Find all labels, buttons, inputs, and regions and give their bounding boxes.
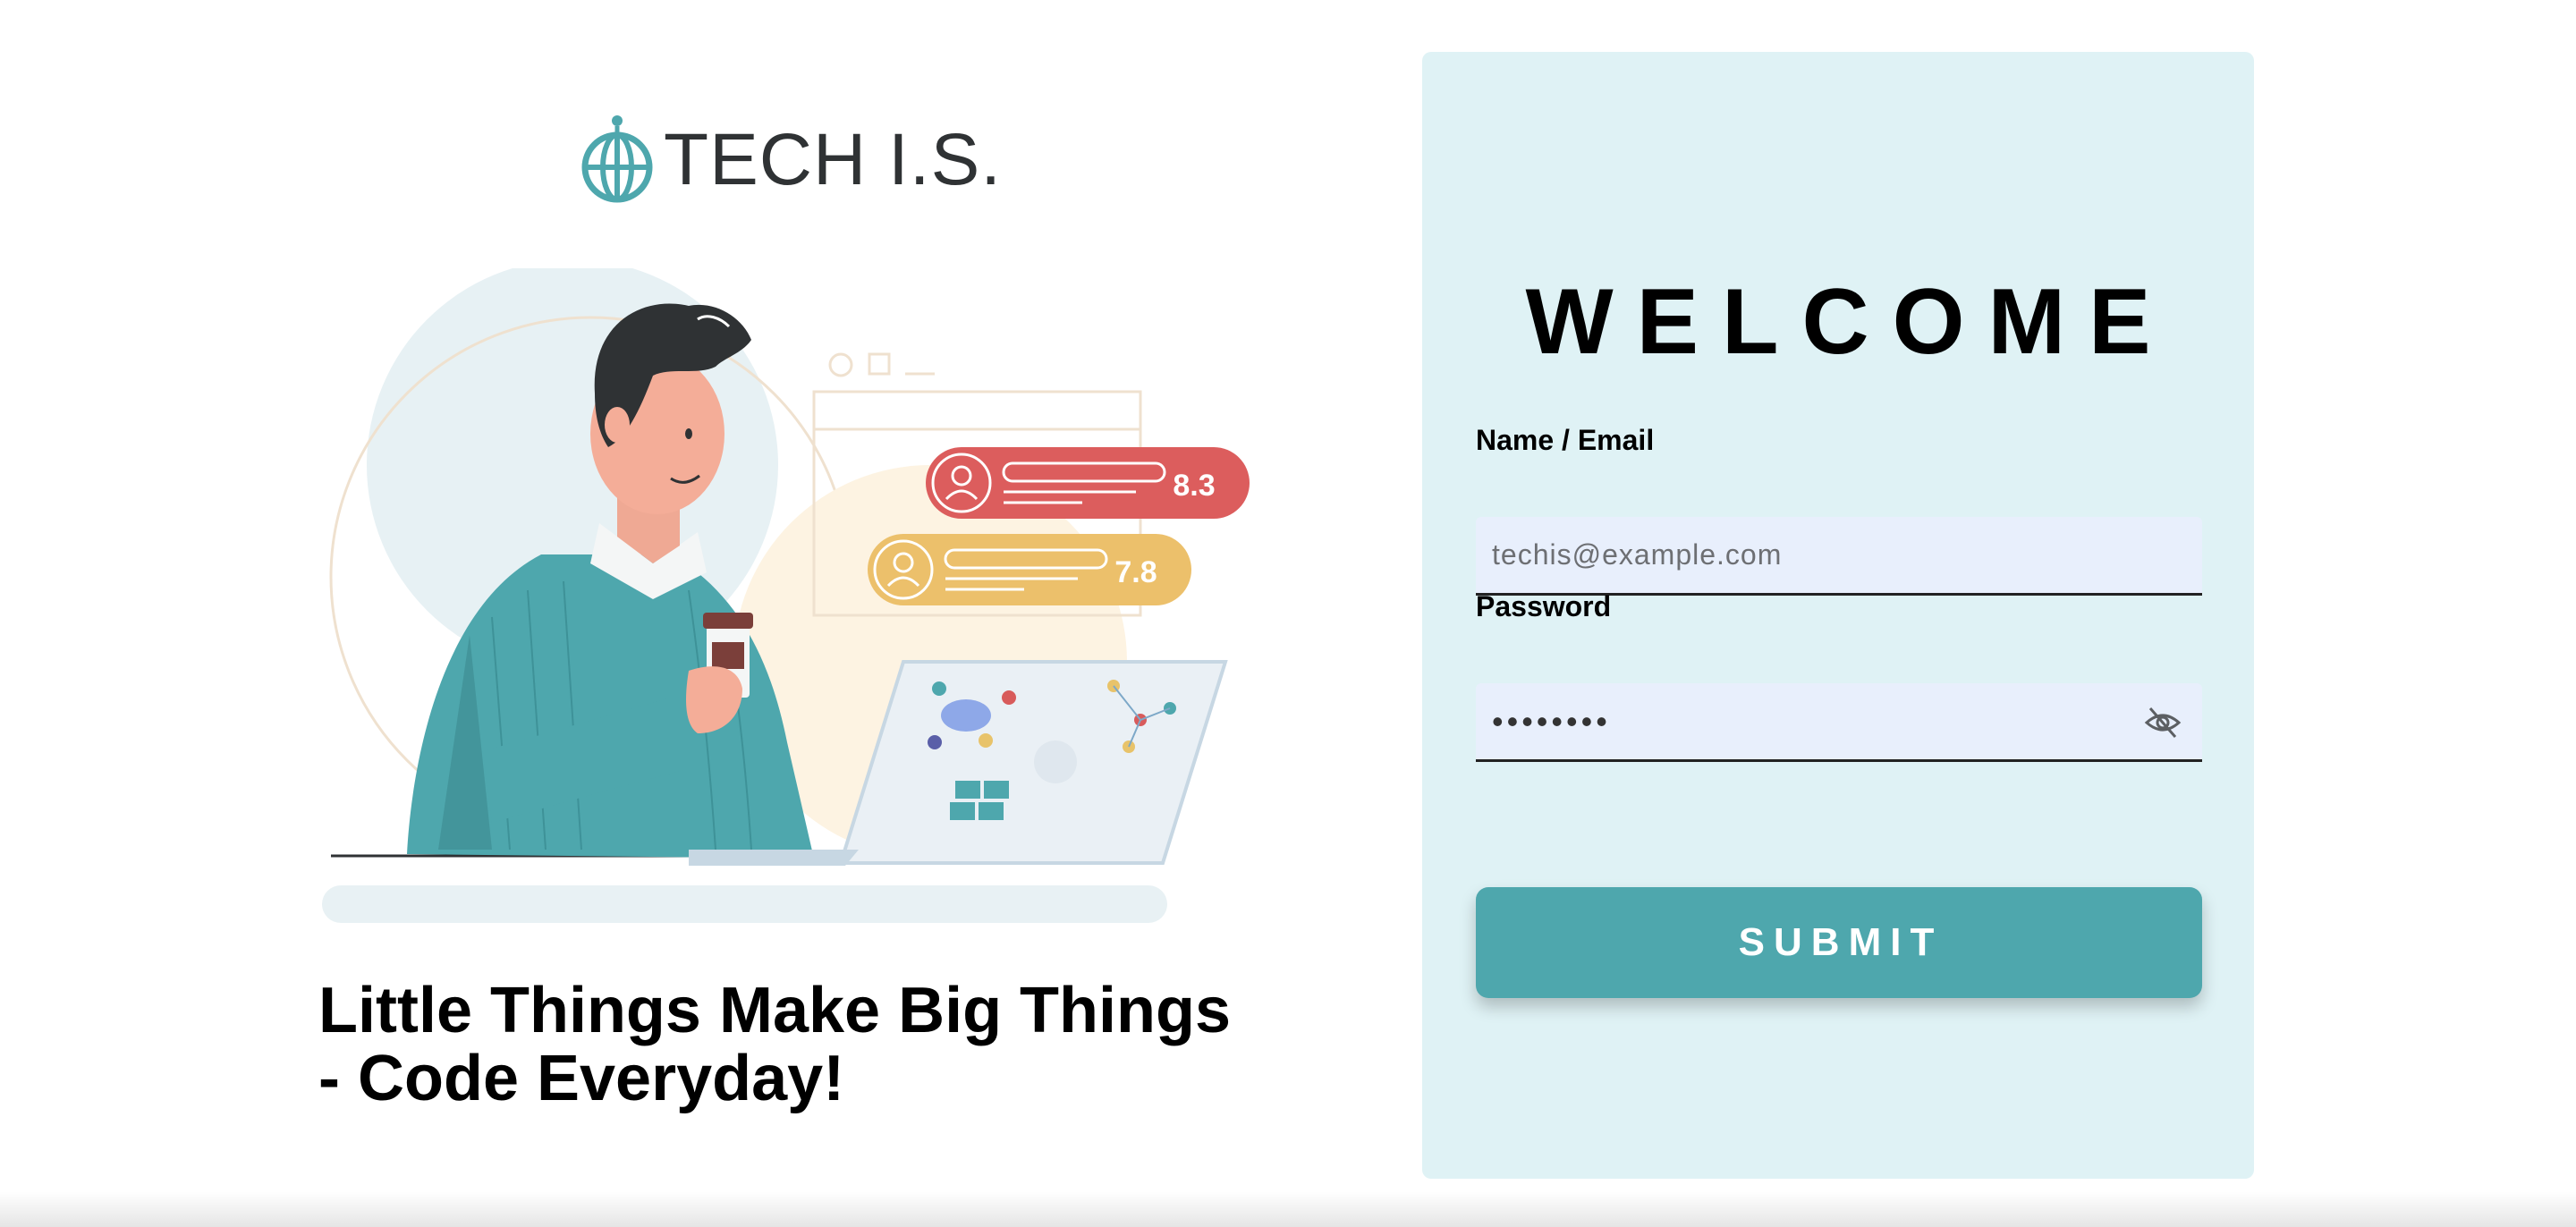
tagline-line-1: Little Things Make Big Things: [318, 975, 1232, 1046]
submit-button[interactable]: SUBMIT: [1476, 887, 2202, 998]
developer-illustration: 8.3 7.8: [322, 268, 1250, 923]
password-field[interactable]: [1476, 683, 2202, 759]
welcome-title: WELCOME: [1525, 270, 2174, 374]
score-yellow: 7.8: [1114, 555, 1157, 589]
score-card-red: 8.3: [926, 447, 1250, 519]
bottom-shadow: [0, 1191, 2576, 1227]
email-label: Name / Email: [1476, 424, 1655, 456]
brand-logo: TECH I.S.: [580, 113, 1002, 207]
brand-name: TECH I.S.: [664, 119, 1003, 200]
password-field-container: [1476, 683, 2202, 762]
password-label: Password: [1476, 590, 1612, 622]
score-red: 8.3: [1173, 469, 1215, 503]
email-field[interactable]: [1476, 517, 2202, 593]
email-field-container: [1476, 517, 2202, 596]
eye-off-icon[interactable]: [2143, 703, 2182, 742]
tagline: Little Things Make Big Things - Code Eve…: [318, 977, 1356, 1113]
globe-pin-icon: [581, 115, 653, 203]
tagline-line-2: - Code Everyday!: [318, 1043, 845, 1114]
page: TECH I.S. 8.3 7.8 Little Things Make Big…: [0, 0, 2576, 1227]
score-card-yellow: 7.8: [868, 534, 1191, 605]
login-panel: WELCOME Name / Email Password SUBMIT: [1422, 52, 2254, 1179]
